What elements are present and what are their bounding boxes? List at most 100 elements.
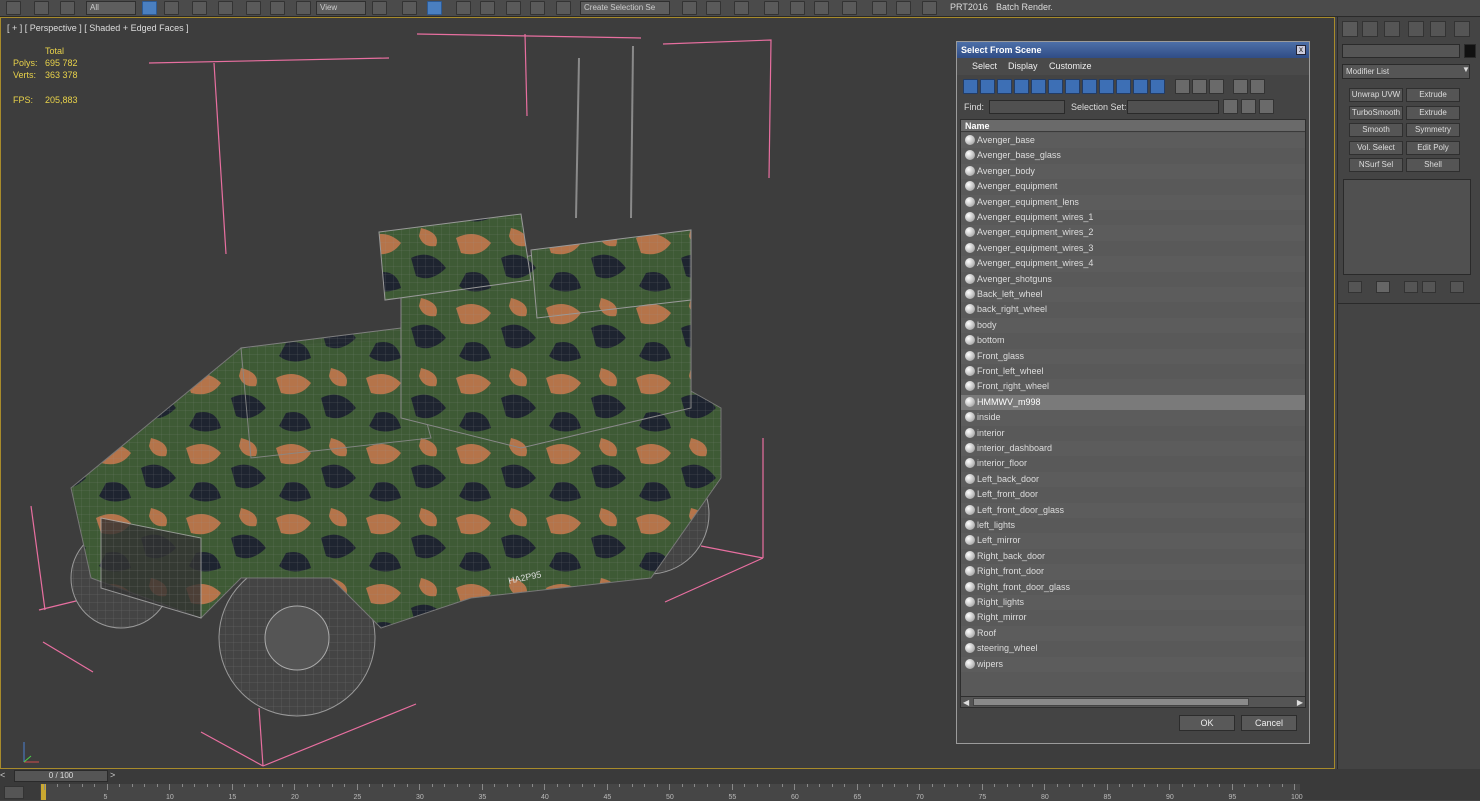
window-crossing-icon[interactable] [218, 1, 233, 15]
list-item[interactable]: Avenger_base_glass [961, 148, 1305, 163]
list-item[interactable]: Left_front_door_glass [961, 502, 1305, 518]
prt-plugin-label[interactable]: PRT2016 [950, 0, 988, 16]
reference-coordinate-dropdown[interactable]: View [316, 1, 366, 15]
pivot-center-icon[interactable] [372, 1, 387, 15]
modifier-stack[interactable] [1343, 179, 1471, 275]
bind-spacewarp-icon[interactable] [60, 1, 75, 15]
list-item[interactable]: Avenger_shotguns [961, 272, 1305, 287]
remove-modifier-icon[interactable] [1422, 281, 1436, 293]
display-geometry-icon[interactable] [963, 79, 978, 94]
add-to-selection-set-icon[interactable] [1241, 99, 1256, 114]
list-item[interactable]: Left_back_door [961, 471, 1305, 488]
list-item[interactable]: back_right_wheel [961, 302, 1305, 317]
display-cameras-icon[interactable] [1014, 79, 1029, 94]
link-icon[interactable] [6, 1, 21, 15]
scrollbar-thumb[interactable] [973, 698, 1249, 706]
list-item[interactable]: left_lights [961, 518, 1305, 533]
modifier-button[interactable]: Vol. Select [1349, 140, 1403, 155]
display-bones-icon[interactable] [1099, 79, 1114, 94]
list-item[interactable]: Avenger_equipment_wires_4 [961, 256, 1305, 272]
scroll-right-arrow-icon[interactable]: ▶ [1297, 698, 1303, 707]
filter-options-icon[interactable] [1250, 79, 1265, 94]
select-object-icon[interactable] [142, 1, 157, 15]
list-item[interactable]: inside [961, 410, 1305, 426]
list-item[interactable]: Front_glass [961, 348, 1305, 364]
ok-button[interactable]: OK [1179, 715, 1235, 731]
rendered-frame-window-icon[interactable] [896, 1, 911, 15]
display-shapes-icon[interactable] [980, 79, 995, 94]
rectangular-selection-icon[interactable] [192, 1, 207, 15]
pin-stack-icon[interactable] [1348, 281, 1362, 293]
list-item[interactable]: Avenger_equipment [961, 179, 1305, 194]
dialog-title-bar[interactable]: Select From Scene [957, 42, 1309, 58]
list-item[interactable]: HMMWV_m998 [961, 394, 1305, 411]
render-production-icon[interactable] [922, 1, 937, 15]
selection-set-dropdown[interactable] [1127, 100, 1219, 114]
graphite-toolbar-icon[interactable] [764, 1, 779, 15]
list-item[interactable]: Roof [961, 625, 1305, 642]
list-item[interactable]: body [961, 317, 1305, 334]
configure-modifier-sets-icon[interactable] [1450, 281, 1464, 293]
list-item[interactable]: interior [961, 426, 1305, 441]
keyboard-shortcut-override-icon[interactable] [427, 1, 442, 15]
display-lights-icon[interactable] [997, 79, 1012, 94]
show-end-result-icon[interactable] [1376, 281, 1390, 293]
align-icon[interactable] [706, 1, 721, 15]
remove-from-selection-set-icon[interactable] [1259, 99, 1274, 114]
name-column-header[interactable]: Name [961, 120, 1305, 132]
menu-select[interactable]: Select [972, 61, 997, 71]
modifier-button[interactable]: Smooth [1349, 123, 1403, 137]
percent-snap-icon[interactable] [506, 1, 521, 15]
list-item[interactable]: Right_front_door_glass [961, 580, 1305, 595]
list-item[interactable]: Left_mirror [961, 533, 1305, 549]
modifier-button[interactable]: Shell [1406, 158, 1460, 172]
menu-customize[interactable]: Customize [1049, 61, 1092, 71]
list-item[interactable]: Right_lights [961, 595, 1305, 611]
filter-icon[interactable] [1233, 79, 1248, 94]
find-input[interactable] [989, 100, 1065, 114]
scroll-left-arrow-icon[interactable]: ◀ [963, 698, 969, 707]
rotate-icon[interactable] [270, 1, 285, 15]
list-item[interactable]: Avenger_equipment_wires_1 [961, 210, 1305, 225]
select-by-name-icon[interactable] [164, 1, 179, 15]
modifier-button[interactable]: Edit Poly [1406, 140, 1460, 155]
list-item[interactable]: Right_back_door [961, 549, 1305, 564]
list-item[interactable]: Right_mirror [961, 610, 1305, 625]
display-containers-icon[interactable] [1116, 79, 1131, 94]
menu-display[interactable]: Display [1008, 61, 1038, 71]
select-manipulate-icon[interactable] [402, 1, 417, 15]
unlink-icon[interactable] [34, 1, 49, 15]
angle-snap-icon[interactable] [480, 1, 495, 15]
curve-editor-icon[interactable] [790, 1, 805, 15]
modifier-button[interactable]: NSurf Sel [1349, 158, 1403, 172]
display-xrefs-icon[interactable] [1082, 79, 1097, 94]
schematic-view-icon[interactable] [814, 1, 829, 15]
display-frozen-icon[interactable] [1133, 79, 1148, 94]
make-unique-icon[interactable] [1404, 281, 1418, 293]
list-item[interactable]: Avenger_equipment_lens [961, 194, 1305, 210]
list-item[interactable]: interior_floor [961, 456, 1305, 471]
list-item[interactable]: bottom [961, 333, 1305, 348]
layer-manager-icon[interactable] [734, 1, 749, 15]
display-none-icon[interactable] [1192, 79, 1207, 94]
list-item[interactable]: Avenger_equipment_wires_3 [961, 241, 1305, 256]
display-hidden-icon[interactable] [1150, 79, 1165, 94]
track-bar-icon[interactable] [4, 786, 24, 799]
prev-frame-button[interactable]: < [0, 770, 12, 782]
list-item[interactable]: Front_left_wheel [961, 364, 1305, 379]
modifier-button[interactable]: Unwrap UVW [1349, 88, 1403, 102]
list-item[interactable]: Front_right_wheel [961, 379, 1305, 395]
time-slider[interactable]: 0 / 100 [14, 770, 108, 782]
list-item[interactable]: Avenger_base [961, 133, 1305, 149]
selection-filter-dropdown[interactable]: All [86, 1, 136, 15]
list-item[interactable]: Right_front_door [961, 564, 1305, 580]
list-item[interactable]: Avenger_body [961, 163, 1305, 180]
spinner-snap-icon[interactable] [530, 1, 545, 15]
edit-named-selection-icon[interactable] [556, 1, 571, 15]
dialog-close-button[interactable]: x [1296, 45, 1306, 55]
list-item[interactable]: Left_front_door [961, 487, 1305, 502]
modifier-button[interactable]: TurboSmooth [1349, 105, 1403, 120]
cancel-button[interactable]: Cancel [1241, 715, 1297, 731]
scale-icon[interactable] [296, 1, 311, 15]
modifier-button[interactable]: Extrude [1406, 88, 1460, 102]
